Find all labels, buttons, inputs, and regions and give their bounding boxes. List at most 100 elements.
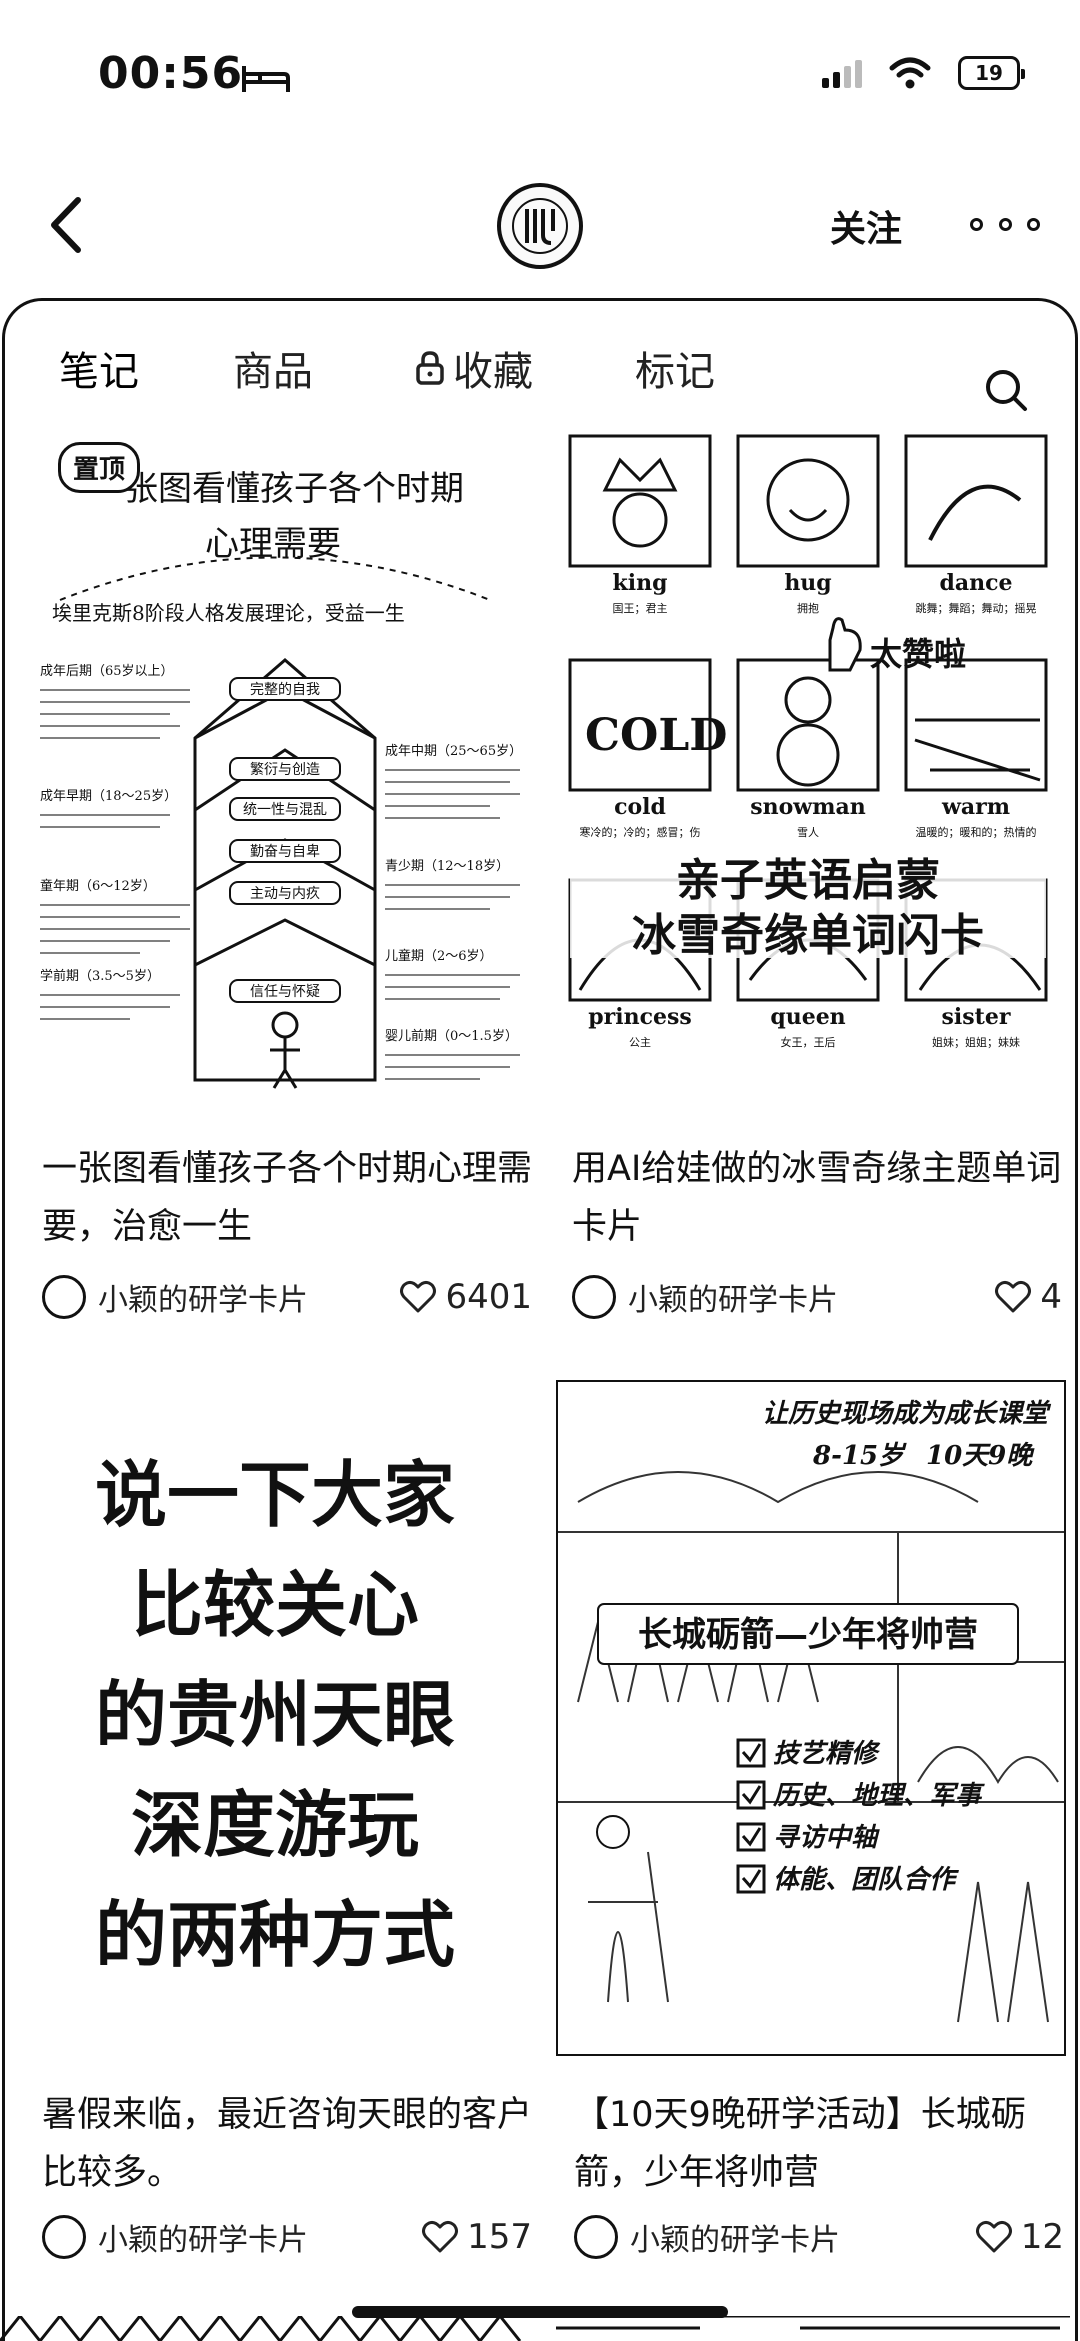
stage-label: 婴儿前期（0～1.5岁） — [385, 1028, 518, 1044]
note-cover-image[interactable]: 说一下大家 比较关心 的贵州天眼 深度游玩 的两种方式 — [20, 1380, 530, 2060]
lock-icon — [416, 351, 444, 385]
cover-text-line: 的贵州天眼 — [95, 1673, 455, 1757]
back-arrow-icon[interactable] — [40, 190, 100, 260]
word-meaning: 女王，王后 — [781, 1035, 836, 1049]
note-cover-image[interactable]: 一张图看懂孩子各个时期 心理需要 埃里克斯8阶段人格发展理论，受益一生 完整的自… — [20, 420, 530, 1110]
status-bar: 00:56 19 — [0, 0, 1080, 150]
note-card[interactable]: COLD king hug dance cold snowman warm pr… — [550, 420, 1062, 1330]
heart-icon — [422, 2220, 459, 2253]
like-count: 6401 — [445, 1277, 532, 1317]
word-meaning: 雪人 — [797, 826, 819, 839]
word-label: princess — [588, 1004, 692, 1030]
word-meaning: 姐妹；姐姐；妹妹 — [932, 1035, 1020, 1049]
like-count: 157 — [467, 2217, 532, 2257]
like-button[interactable]: 157 — [421, 2217, 532, 2257]
battery-level: 19 — [975, 61, 1003, 85]
cover-text-line: 的两种方式 — [95, 1893, 455, 1977]
word-meaning: 温暖的；暖和的；热情的 — [916, 825, 1037, 839]
note-card[interactable]: 让历史现场成为成长课堂 8-15岁 10天9晚 长城砺箭—少年将帅营 技艺精修 … — [556, 1380, 1066, 2300]
note-cover-image[interactable]: 让历史现场成为成长课堂 8-15岁 10天9晚 长城砺箭—少年将帅营 技艺精修 … — [556, 1380, 1066, 2056]
overlay-title: 冰雪奇缘单词闪卡 — [632, 910, 984, 961]
like-button[interactable]: 4 — [994, 1277, 1062, 1317]
tab-marks[interactable]: 标记 — [635, 339, 715, 397]
note-cover-image[interactable]: COLD king hug dance cold snowman warm pr… — [550, 420, 1060, 1110]
stage-label: 儿童期（2～6岁） — [385, 948, 493, 964]
note-title[interactable]: 用AI给娃做的冰雪奇缘主题单词卡片 — [572, 1140, 1062, 1256]
tab-favorites[interactable]: 收藏 — [415, 339, 533, 397]
banner-text: 让历史现场成为成长课堂 — [762, 1399, 1052, 1429]
stage-label: 成年后期（65岁以上） — [40, 664, 174, 679]
sleep-mode-icon — [242, 66, 290, 92]
house-label: 主动与内疚 — [250, 886, 320, 902]
stage-label: 童年期（6～12岁） — [40, 878, 156, 894]
note-footer: 小颖的研学卡片 6401 — [42, 1272, 532, 1322]
note-title[interactable]: 一张图看懂孩子各个时期心理需要，治愈一生 — [42, 1140, 532, 1256]
cover-text-line: 说一下大家 — [95, 1453, 455, 1537]
sticker-text: 太赞啦 — [870, 635, 966, 673]
note-card[interactable]: 一张图看懂孩子各个时期 心理需要 埃里克斯8阶段人格发展理论，受益一生 完整的自… — [20, 420, 532, 1330]
word-meaning: 拥抱 — [797, 601, 819, 615]
author-avatar[interactable] — [42, 1275, 86, 1319]
like-count: 12 — [1020, 2217, 1064, 2257]
tab-notes[interactable]: 笔记 — [59, 339, 139, 397]
author-name[interactable]: 小颖的研学卡片 — [98, 1275, 399, 1319]
cold-sign: COLD — [585, 710, 727, 761]
battery-indicator: 19 — [958, 56, 1025, 90]
author-avatar[interactable] — [42, 2215, 86, 2259]
tab-bar: 笔记 商品 收藏 标记 — [5, 331, 1075, 437]
stage-label: 青少期（12～18岁） — [385, 859, 509, 874]
word-label: queen — [770, 1004, 845, 1030]
cover-subtitle: 埃里克斯8阶段人格发展理论，受益一生 — [52, 601, 405, 625]
pinned-badge: 置顶 — [58, 442, 141, 493]
house-label: 繁衍与创造 — [250, 762, 320, 778]
note-footer: 小颖的研学卡片 4 — [572, 1272, 1062, 1322]
word-label: warm — [941, 794, 1010, 820]
duration-text: 10天9晚 — [926, 1441, 1035, 1471]
cover-text-line: 比较关心 — [131, 1563, 419, 1647]
like-button[interactable]: 6401 — [399, 1277, 532, 1317]
checklist-item: 寻访中轴 — [773, 1823, 880, 1853]
checklist-item: 技艺精修 — [773, 1739, 881, 1769]
author-name[interactable]: 小颖的研学卡片 — [98, 2215, 421, 2259]
follow-button[interactable]: 关注 — [830, 200, 902, 252]
word-label: cold — [614, 794, 666, 820]
word-meaning: 寒冷的；冷的；感冒；伤 — [580, 825, 701, 839]
stage-label: 学前期（3.5～5岁） — [40, 968, 160, 984]
author-avatar[interactable] — [574, 2215, 618, 2259]
camp-name-text: 长城砺箭—少年将帅营 — [638, 1615, 978, 1655]
note-title[interactable]: 【10天9晚研学活动】长城砺箭，少年将帅营 — [574, 2086, 1064, 2202]
note-footer: 小颖的研学卡片 157 — [42, 2212, 532, 2262]
note-footer: 小颖的研学卡片 12 — [574, 2212, 1064, 2262]
like-count: 4 — [1040, 1277, 1062, 1317]
author-name[interactable]: 小颖的研学卡片 — [628, 1275, 994, 1319]
profile-header: 关注 — [0, 170, 1080, 280]
word-label: king — [613, 570, 668, 596]
stage-label: 成年中期（25～65岁） — [385, 744, 522, 759]
note-card[interactable]: 说一下大家 比较关心 的贵州天眼 深度游玩 的两种方式 暑假来临，最近咨询天眼的… — [20, 1380, 532, 2300]
word-meaning: 国王；君主 — [613, 602, 668, 615]
tab-favorites-label: 收藏 — [453, 349, 533, 395]
author-avatar[interactable] — [572, 1275, 616, 1319]
cellular-signal-icon — [822, 58, 862, 88]
checklist-item: 历史、地理、军事 — [772, 1781, 985, 1811]
home-indicator[interactable] — [352, 2306, 728, 2318]
heart-icon — [400, 1280, 437, 1313]
tab-products[interactable]: 商品 — [233, 339, 313, 397]
next-row-preview — [0, 2316, 1070, 2341]
more-options-icon[interactable] — [970, 202, 1040, 246]
wifi-icon — [889, 57, 931, 89]
cover-text-line: 深度游玩 — [131, 1783, 419, 1867]
author-name[interactable]: 小颖的研学卡片 — [630, 2215, 975, 2259]
like-button[interactable]: 12 — [975, 2217, 1064, 2257]
note-title[interactable]: 暑假来临，最近咨询天眼的客户比较多。 — [42, 2086, 532, 2202]
word-meaning: 跳舞；舞蹈；舞动；摇晃 — [916, 601, 1037, 615]
word-label: hug — [784, 570, 831, 596]
house-label: 信任与怀疑 — [250, 984, 320, 1000]
house-label: 统一性与混乱 — [243, 802, 327, 818]
stage-label: 成年早期（18～25岁） — [40, 789, 177, 804]
profile-avatar[interactable] — [497, 183, 583, 269]
tab-notes-label: 笔记 — [59, 349, 139, 395]
search-icon[interactable] — [981, 365, 1031, 415]
house-label: 完整的自我 — [250, 682, 320, 698]
word-meaning: 公主 — [629, 1036, 651, 1049]
